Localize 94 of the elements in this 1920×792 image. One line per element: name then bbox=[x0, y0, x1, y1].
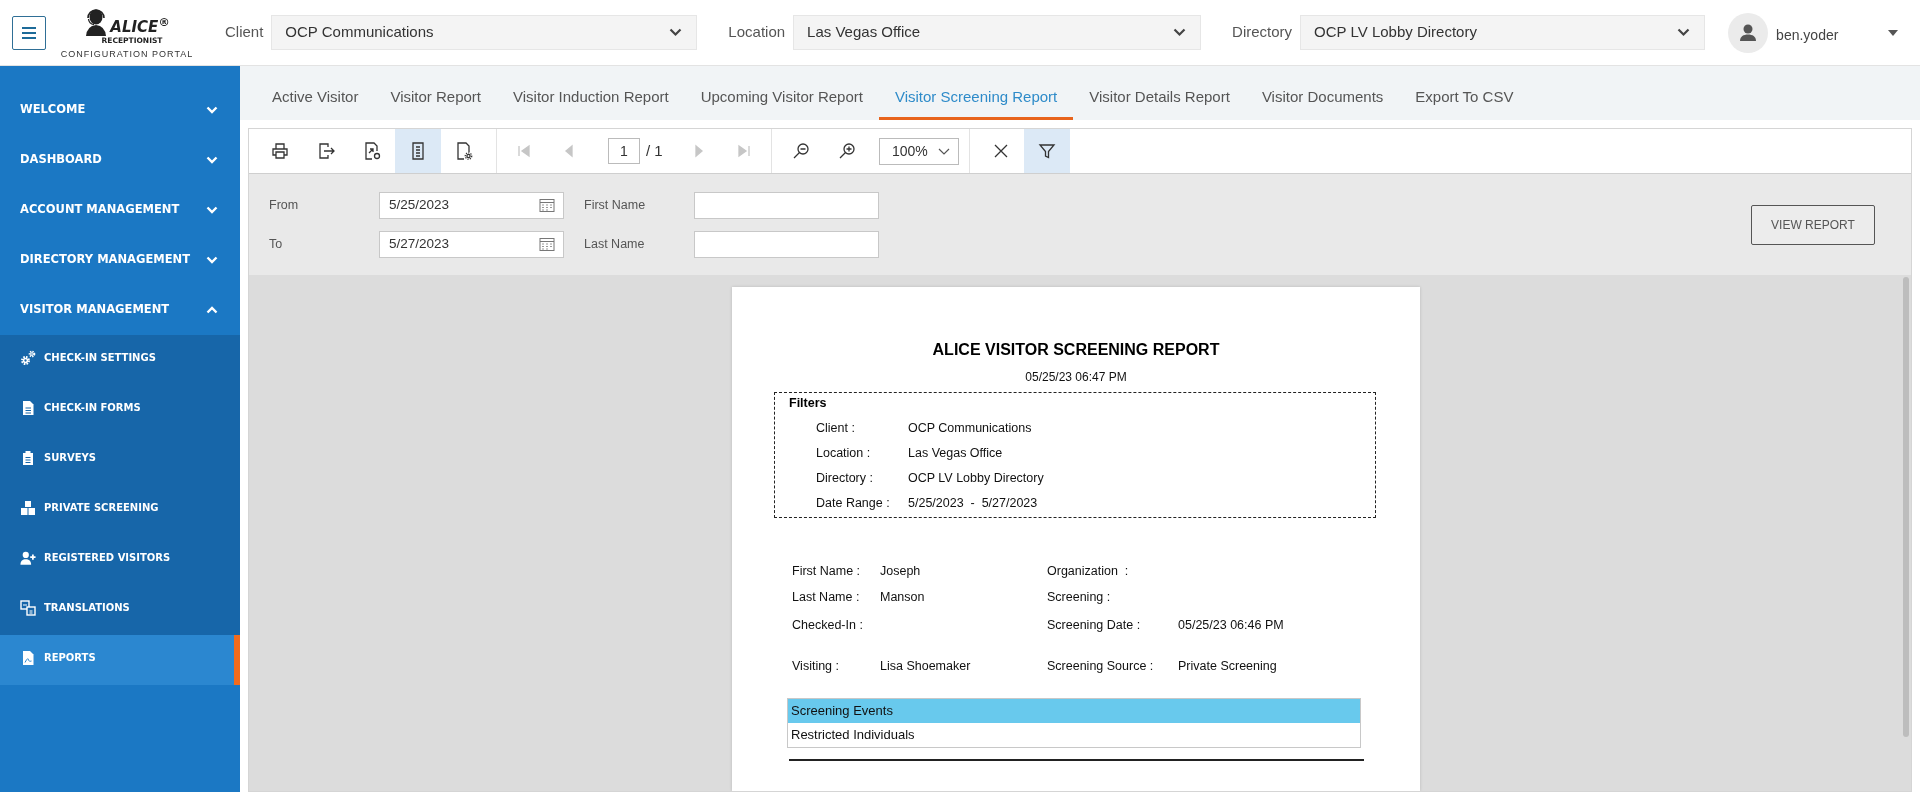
translate-icon bbox=[20, 599, 36, 616]
sidebar-subitem[interactable]: CHECK-IN FORMS bbox=[0, 385, 240, 435]
boxes-icon bbox=[20, 499, 36, 516]
tab[interactable]: Visitor Screening Report bbox=[878, 78, 1074, 120]
headset-silhouette-icon bbox=[84, 7, 109, 36]
export-icon bbox=[316, 141, 336, 161]
scrollbar-thumb[interactable] bbox=[1903, 277, 1909, 737]
report-title: ALICE VISITOR SCREENING REPORT bbox=[931, 340, 1221, 360]
document-icon bbox=[20, 399, 36, 416]
sidebar-subitem[interactable]: SURVEYS bbox=[0, 435, 240, 485]
filter-label: Location : bbox=[816, 445, 872, 463]
chevron-down-icon bbox=[1677, 28, 1691, 37]
select-label: Client bbox=[225, 22, 264, 43]
page-number-input[interactable]: 1 bbox=[608, 138, 640, 164]
view-report-button[interactable]: VIEW REPORT bbox=[1751, 204, 1875, 245]
text-input[interactable] bbox=[694, 230, 879, 258]
calendar-icon[interactable] bbox=[539, 236, 555, 252]
detail-value: Joseph bbox=[880, 562, 922, 580]
filter-value: Las Vegas Office bbox=[908, 445, 1003, 463]
detail-value: Lisa Shoemaker bbox=[880, 657, 972, 675]
filter-value: 5/25/2023 - 5/27/2023 bbox=[908, 495, 1038, 513]
zoom-in-icon bbox=[837, 141, 857, 161]
logo-wordmark: ALICE$^{®}$ bbox=[110, 17, 170, 36]
field-label: Last Name bbox=[584, 235, 646, 253]
gears-icon bbox=[20, 349, 36, 366]
sidebar-subitem[interactable]: PRIVATE SCREENING bbox=[0, 485, 240, 535]
filter-label: Directory : bbox=[816, 470, 874, 488]
detail-value: 05/25/23 06:46 PM bbox=[1178, 616, 1285, 634]
sidebar-item[interactable]: ACCOUNT MANAGEMENT bbox=[0, 185, 240, 235]
sidebar-subitem[interactable]: REPORTS bbox=[0, 635, 240, 685]
sidebar-subitem[interactable]: CHECK-IN SETTINGS bbox=[0, 335, 240, 385]
caret-down-icon[interactable] bbox=[1888, 29, 1898, 36]
sidebar-subitem[interactable]: REGISTERED VISITORS bbox=[0, 535, 240, 585]
detail-value: Manson bbox=[880, 588, 926, 606]
sidebar-item[interactable]: WELCOME bbox=[0, 85, 240, 135]
table-header-cell: Screening Events bbox=[788, 699, 1360, 723]
date-input[interactable]: 5/25/2023 bbox=[379, 191, 564, 219]
detail-label: Screening : bbox=[1047, 588, 1112, 606]
tab[interactable]: Visitor Induction Report bbox=[497, 78, 685, 120]
toolbar-button[interactable] bbox=[395, 129, 441, 173]
calendar-icon[interactable] bbox=[539, 197, 555, 213]
zoom-out-icon bbox=[791, 141, 811, 161]
user-avatar-icon bbox=[1728, 12, 1769, 53]
field-label: From bbox=[269, 196, 300, 214]
tab[interactable]: Upcoming Visitor Report bbox=[684, 78, 879, 120]
report-timestamp: 05/25/23 06:47 PM bbox=[1024, 369, 1128, 385]
file-icon bbox=[20, 649, 36, 666]
sidebar-item[interactable]: DASHBOARD bbox=[0, 135, 240, 185]
document-gear-icon bbox=[454, 141, 474, 161]
detail-label: Screening Source : bbox=[1047, 657, 1155, 675]
detail-label: Checked-In : bbox=[792, 616, 864, 634]
select-label: Location bbox=[728, 22, 786, 43]
chevron-down-icon bbox=[938, 147, 950, 155]
detail-label: Visiting : bbox=[792, 657, 840, 675]
menu-button[interactable] bbox=[12, 15, 46, 50]
select-label: Directory bbox=[1232, 22, 1293, 43]
filter-label: Date Range : bbox=[816, 495, 891, 513]
printer-icon bbox=[270, 141, 290, 161]
text-input[interactable] bbox=[694, 191, 879, 219]
zoom-select[interactable]: 100% bbox=[879, 137, 959, 165]
detail-label: Last Name : bbox=[792, 588, 861, 606]
user-plus-icon bbox=[20, 549, 36, 566]
directory-select[interactable]: OCP LV Lobby Directory bbox=[1300, 15, 1706, 50]
document-arrow-icon bbox=[362, 141, 382, 161]
tab[interactable]: Visitor Report bbox=[374, 78, 497, 120]
date-input[interactable]: 5/27/2023 bbox=[379, 230, 564, 258]
tab[interactable]: Visitor Details Report bbox=[1073, 78, 1246, 120]
detail-value: Private Screening bbox=[1178, 657, 1278, 675]
filter-value: OCP Communications bbox=[908, 420, 1032, 438]
detail-label: Screening Date : bbox=[1047, 616, 1142, 634]
sidebar-item[interactable]: VISITOR MANAGEMENT bbox=[0, 285, 240, 335]
clipboard-icon bbox=[20, 449, 36, 466]
field-label: First Name bbox=[584, 196, 647, 214]
chevron-down-icon bbox=[669, 28, 683, 37]
toolbar-button[interactable] bbox=[1024, 129, 1070, 173]
page-count: / 1 bbox=[646, 140, 663, 161]
user-name[interactable]: ben.yoder bbox=[1776, 25, 1839, 46]
chevron-down-icon bbox=[1173, 28, 1187, 37]
filters-heading: Filters bbox=[789, 395, 827, 411]
tab[interactable]: Active Visitor bbox=[256, 78, 375, 120]
field-label: To bbox=[269, 235, 284, 253]
filter-value: OCP LV Lobby Directory bbox=[908, 470, 1044, 488]
tab[interactable]: Export To CSV bbox=[1399, 78, 1530, 120]
filter-icon bbox=[1037, 141, 1057, 161]
detail-label: First Name : bbox=[792, 562, 862, 580]
filter-label: Client : bbox=[816, 420, 856, 438]
client-select[interactable]: OCP Communications bbox=[271, 15, 698, 50]
detail-label: Organization : bbox=[1047, 562, 1130, 580]
portal-caption: CONFIGURATION PORTAL bbox=[60, 47, 194, 60]
sidebar-subitem[interactable]: TRANSLATIONS bbox=[0, 585, 240, 635]
tab[interactable]: Visitor Documents bbox=[1245, 78, 1400, 120]
menu-icon bbox=[22, 26, 36, 39]
sidebar-item[interactable]: DIRECTORY MANAGEMENT bbox=[0, 235, 240, 285]
location-select[interactable]: Las Vegas Office bbox=[793, 15, 1202, 50]
